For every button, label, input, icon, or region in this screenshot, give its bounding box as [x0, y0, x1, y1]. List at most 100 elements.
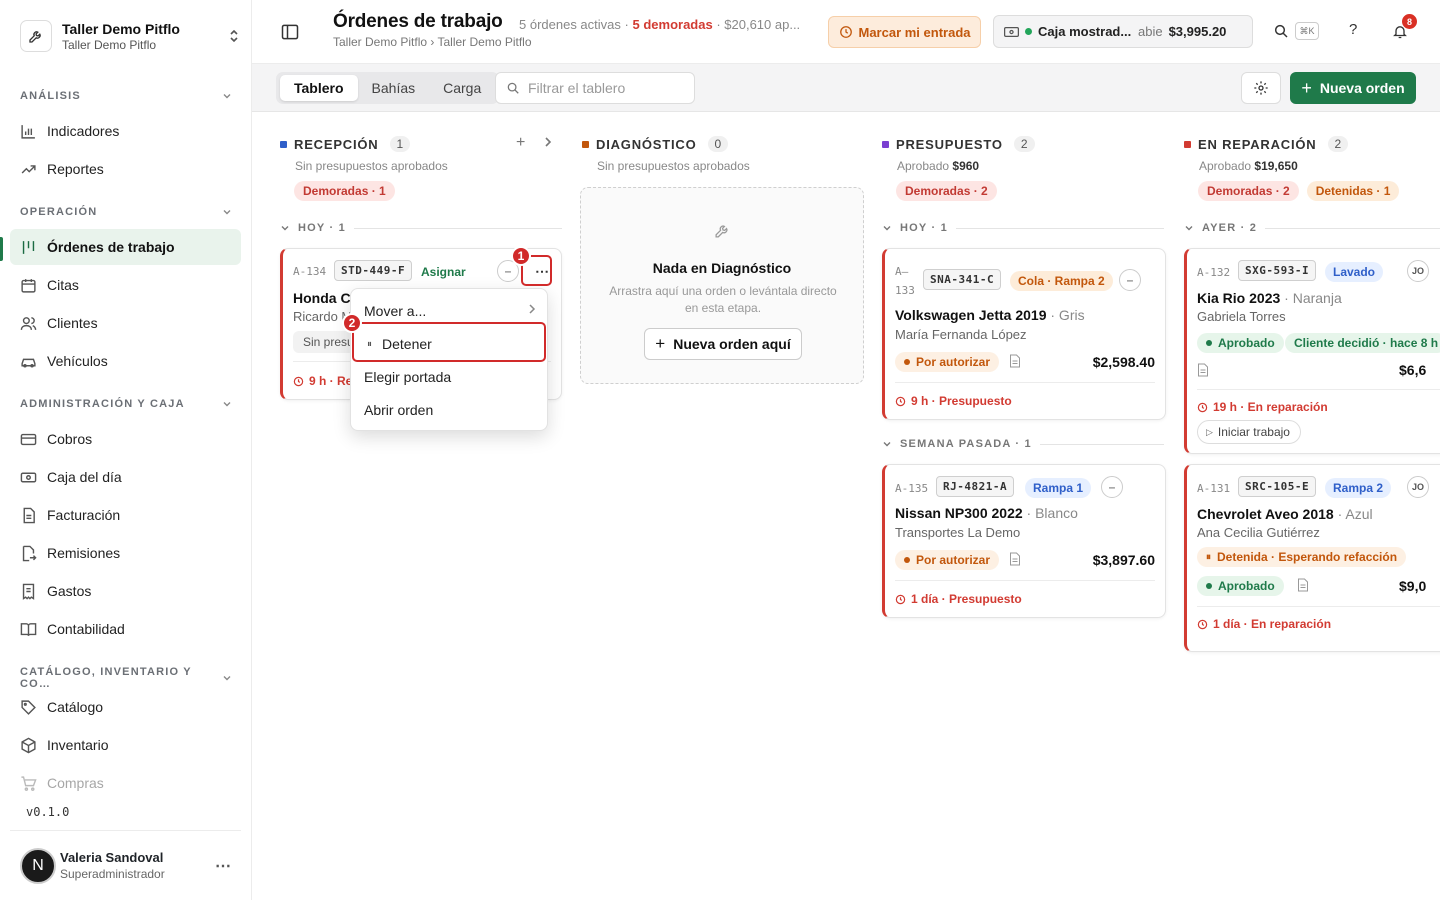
group-header[interactable]: HOY · 1 — [280, 222, 562, 234]
sidebar-toggle-icon[interactable] — [280, 22, 300, 42]
chevron-down-icon — [222, 673, 232, 683]
plate: SRC-105-E — [1238, 476, 1317, 497]
board-filter[interactable] — [495, 72, 695, 104]
column-header: DIAGNÓSTICO 0 — [582, 136, 729, 152]
late-tag[interactable]: Demoradas · 2 — [1198, 181, 1299, 201]
play-icon: ▷ — [1206, 426, 1213, 437]
sidebar-item-vehiculos[interactable]: Vehículos — [10, 343, 241, 379]
search-icon[interactable] — [1273, 23, 1289, 39]
org-switcher[interactable]: Taller Demo Pitflo Taller Demo Pitflo — [20, 16, 240, 56]
cart-icon — [20, 775, 37, 792]
tab-bahias[interactable]: Bahías — [358, 75, 430, 101]
document-icon[interactable] — [1009, 552, 1021, 566]
bay-badge: Cola · Rampa 2 — [1010, 271, 1113, 291]
sidebar-item-remisiones[interactable]: Remisiones — [10, 535, 241, 571]
sidebar-item-indicadores[interactable]: Indicadores — [10, 113, 241, 149]
stage-action-button[interactable]: – — [1101, 476, 1123, 498]
search-icon — [506, 81, 520, 95]
card-footer: 1 día · Presupuesto — [895, 592, 1022, 606]
add-icon[interactable]: + — [516, 134, 525, 152]
sidebar-item-compras[interactable]: Compras — [10, 765, 241, 801]
order-total: $6,6 — [1399, 362, 1427, 378]
board-toolbar: Tablero Bahías Carga +Nueva orden — [252, 64, 1440, 112]
tab-tablero[interactable]: Tablero — [280, 75, 358, 101]
clock-in-button[interactable]: Marcar mi entrada — [828, 16, 981, 48]
order-card[interactable]: A– 133 SNA-341-C Cola · Rampa 2 – Volksw… — [882, 248, 1166, 420]
chevron-right-icon[interactable] — [543, 136, 553, 148]
new-order-here-button[interactable]: + Nueva orden aquí — [644, 328, 802, 360]
filter-input[interactable] — [528, 80, 688, 96]
more-horizontal-icon[interactable]: ⋯ — [215, 856, 231, 876]
card-footer: 19 h · En reparación — [1197, 400, 1328, 414]
order-total: $9,0 — [1399, 578, 1427, 594]
menu-item-open-order[interactable]: Abrir orden — [364, 402, 433, 418]
document-icon[interactable] — [1009, 354, 1021, 368]
wrench-icon — [20, 20, 52, 52]
section-administracion[interactable]: ADMINISTRACIÓN Y CAJA — [20, 398, 232, 410]
stage-action-button[interactable]: – — [1119, 269, 1141, 291]
file-export-icon — [20, 545, 37, 562]
empty-description: Arrastra aquí una orden o levántala dire… — [609, 284, 837, 315]
sidebar-item-ordenes[interactable]: Órdenes de trabajo — [10, 229, 241, 265]
kanban-board: RECEPCIÓN 1 + Sin presupuestos aprobados … — [252, 112, 1440, 900]
stage-color — [280, 140, 287, 148]
column-subtitle: Sin presupuestos aprobados — [597, 159, 750, 173]
chevron-down-icon — [222, 399, 232, 409]
help-icon[interactable]: ? — [1349, 21, 1357, 38]
new-order-button[interactable]: + Nueva orden — [1290, 72, 1416, 104]
plus-icon: + — [655, 334, 666, 353]
group-header[interactable]: HOY · 1 — [882, 222, 1164, 234]
highlight-stop-item — [352, 322, 546, 362]
column-subtitle: Sin presupuestos aprobados — [295, 159, 448, 173]
menu-item-move[interactable]: Mover a... — [364, 303, 536, 319]
sidebar-item-cobros[interactable]: Cobros — [10, 421, 241, 457]
group-header[interactable]: AYER · 2 — [1184, 222, 1440, 234]
app-version: v0.1.0 — [26, 805, 70, 819]
tag-icon — [20, 699, 37, 716]
book-icon — [20, 621, 37, 638]
view-tabs: Tablero Bahías Carga — [276, 72, 500, 104]
status-dot — [1025, 28, 1032, 35]
notification-badge: 8 — [1402, 14, 1417, 29]
start-work-button[interactable]: ▷ Iniciar trabajo — [1197, 420, 1301, 444]
assign-link[interactable]: Asignar — [421, 265, 466, 279]
cash-register-selector[interactable]: Caja mostrad... abie $3,995.20 — [993, 15, 1253, 48]
document-icon[interactable] — [1297, 578, 1309, 592]
sidebar-item-catalogo[interactable]: Catálogo — [10, 689, 241, 725]
technician-avatar[interactable]: JO — [1407, 260, 1429, 282]
section-catalogo[interactable]: CATÁLOGO, INVENTARIO Y CO… — [20, 666, 232, 690]
tab-carga[interactable]: Carga — [429, 75, 495, 101]
order-card[interactable]: A-132 SXG-593-I Lavado JO Kia Rio 2023 ·… — [1184, 248, 1440, 454]
sidebar-item-caja[interactable]: Caja del día — [10, 459, 241, 495]
order-card[interactable]: A-135 RJ-4821-A Rampa 1 – Nissan NP300 2… — [882, 464, 1166, 618]
document-icon[interactable] — [1197, 363, 1209, 377]
late-tag[interactable]: Demoradas · 1 — [294, 181, 395, 201]
stage-color — [1184, 140, 1191, 148]
plus-icon: + — [1301, 77, 1312, 98]
on-hold-tag[interactable]: Detenidas · 1 — [1306, 181, 1400, 201]
board-settings-button[interactable] — [1241, 72, 1281, 104]
sidebar-item-citas[interactable]: Citas — [10, 267, 241, 303]
empty-column-dropzone[interactable]: Nada en Diagnóstico Arrastra aquí una or… — [580, 187, 864, 384]
user-menu[interactable]: N Valeria Sandoval Superadministrador ⋯ — [10, 830, 241, 900]
sidebar-item-reportes[interactable]: Reportes — [10, 151, 241, 187]
sidebar-item-gastos[interactable]: Gastos — [10, 573, 241, 609]
section-analisis[interactable]: ANÁLISIS — [20, 90, 232, 102]
menu-item-choose-cover[interactable]: Elegir portada — [364, 369, 451, 385]
chevron-down-icon — [222, 207, 232, 217]
sidebar-item-inventario[interactable]: Inventario — [10, 727, 241, 763]
vehicle-model: Volkswagen Jetta 2019 · Gris — [895, 307, 1085, 323]
plate: SXG-593-I — [1238, 260, 1317, 281]
sidebar: Taller Demo Pitflo Taller Demo Pitflo AN… — [0, 0, 252, 900]
group-header[interactable]: SEMANA PASADA · 1 — [882, 438, 1164, 450]
section-operacion[interactable]: OPERACIÓN — [20, 206, 232, 218]
sidebar-item-contabilidad[interactable]: Contabilidad — [10, 611, 241, 647]
pause-icon: ⏸ — [1206, 551, 1211, 563]
sidebar-item-facturacion[interactable]: Facturación — [10, 497, 241, 533]
client-name: Ana Cecilia Gutiérrez — [1197, 525, 1320, 540]
technician-avatar[interactable]: JO — [1407, 476, 1429, 498]
late-tag[interactable]: Demoradas · 2 — [896, 181, 997, 201]
sidebar-item-clientes[interactable]: Clientes — [10, 305, 241, 341]
order-card[interactable]: A-131 SRC-105-E Rampa 2 JO Chevrolet Ave… — [1184, 464, 1440, 652]
decision-badge: Cliente decidió · hace 8 h — [1285, 333, 1440, 353]
